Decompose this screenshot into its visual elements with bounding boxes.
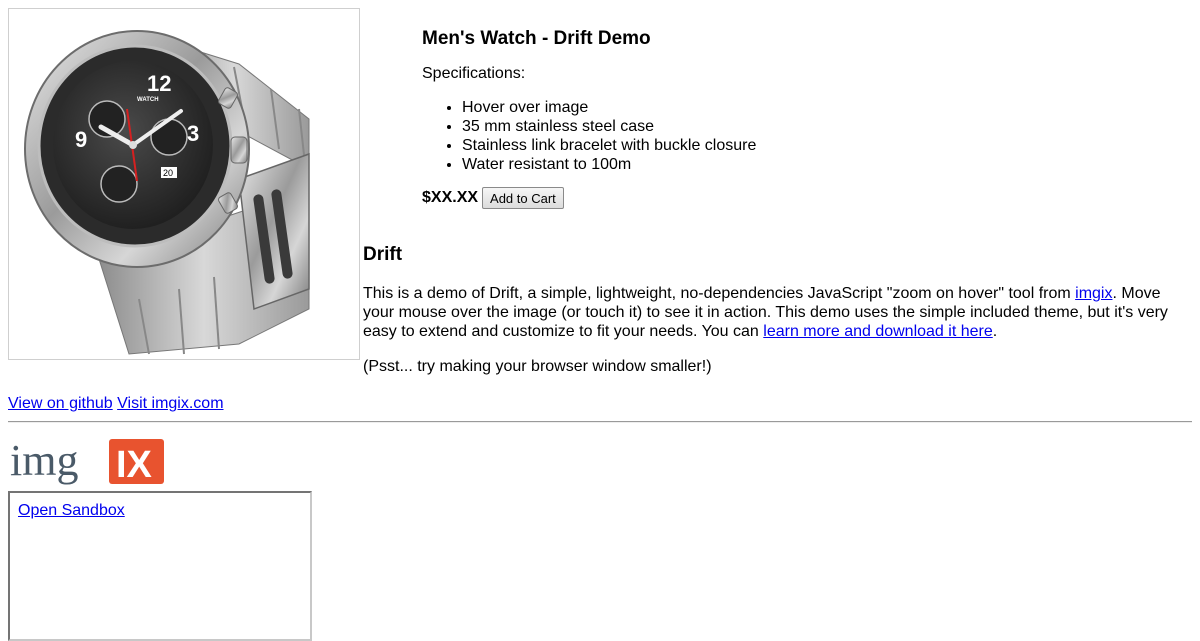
imgix-logo[interactable]: img IX <box>10 437 166 485</box>
dial-brand: WATCH <box>137 97 159 103</box>
logo-text-img: img <box>10 437 78 485</box>
specs-list: Hover over image 35 mm stainless steel c… <box>422 98 1182 174</box>
product-title: Men's Watch - Drift Demo <box>422 28 651 49</box>
dial-date: 20 <box>163 168 173 178</box>
spec-item: Water resistant to 100m <box>462 155 1182 174</box>
product-details: Men's Watch - Drift Demo Specifications:… <box>422 28 1182 209</box>
product-image[interactable]: 12 3 9 WATCH 20 <box>8 8 360 360</box>
drift-section: Drift This is a demo of Drift, a simple,… <box>363 243 1193 376</box>
logo-text-ix: IX <box>116 444 153 485</box>
spec-item: 35 mm stainless steel case <box>462 117 1182 136</box>
learn-more-link[interactable]: learn more and download it here <box>763 323 992 340</box>
imgix-link[interactable]: imgix <box>1075 285 1112 302</box>
price: $XX.XX <box>422 189 479 206</box>
github-link[interactable]: View on github <box>8 395 113 412</box>
add-to-cart-button[interactable]: Add to Cart <box>482 187 564 209</box>
divider <box>8 421 1192 423</box>
dial-numeral-12: 12 <box>147 71 171 96</box>
desc-text: . <box>992 323 998 340</box>
psst-note: (Psst... try making your browser window … <box>363 358 712 375</box>
desc-text: This is a demo of Drift, a simple, light… <box>363 285 1076 302</box>
price-row: $XX.XX Add to Cart <box>422 187 1182 209</box>
spec-item: Stainless link bracelet with buckle clos… <box>462 136 1182 155</box>
footer-links: View on github Visit imgix.com <box>8 394 224 413</box>
drift-heading: Drift <box>363 244 403 265</box>
specs-heading: Specifications: <box>422 65 526 82</box>
imgix-site-link[interactable]: Visit imgix.com <box>117 395 223 412</box>
dial-numeral-3: 3 <box>187 121 199 146</box>
watch-illustration: 12 3 9 WATCH 20 <box>24 30 310 355</box>
dial-numeral-9: 9 <box>75 127 87 152</box>
watch-crown <box>230 136 248 164</box>
open-sandbox-link[interactable]: Open Sandbox <box>18 502 125 520</box>
drift-description: This is a demo of Drift, a simple, light… <box>363 284 1193 341</box>
spec-item: Hover over image <box>462 98 1182 117</box>
sandbox-frame: Open Sandbox <box>8 491 312 641</box>
